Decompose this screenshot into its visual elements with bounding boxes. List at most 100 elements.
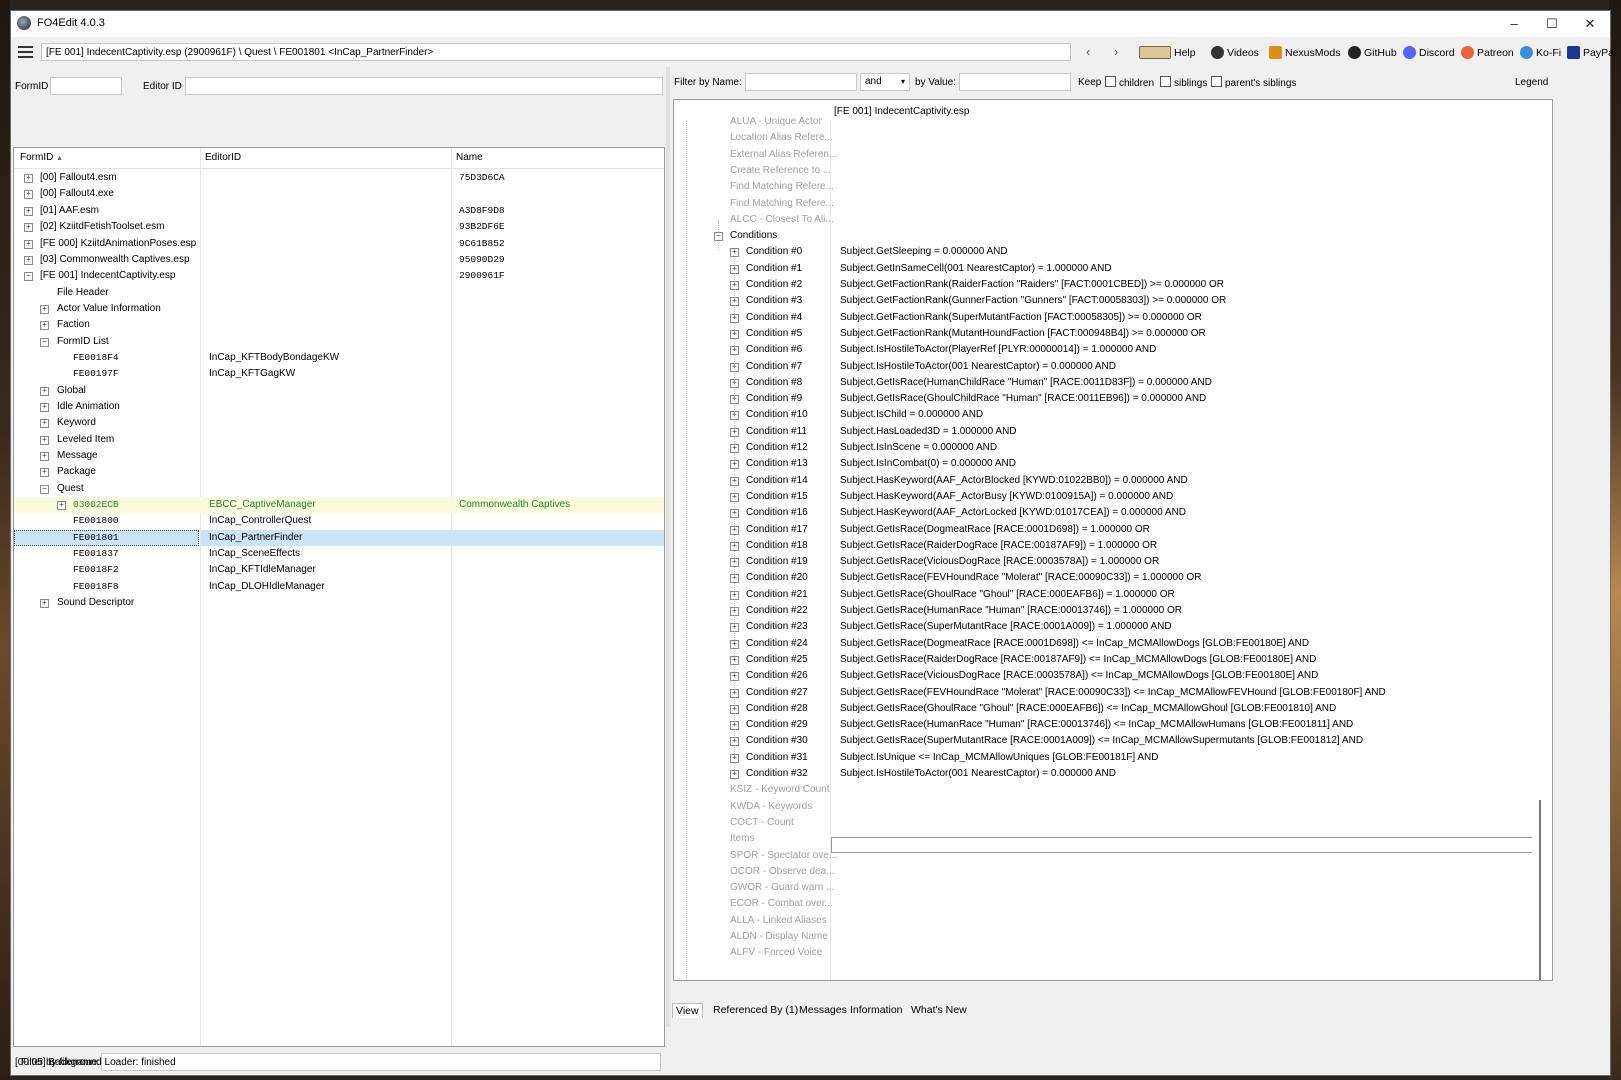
- expand-icon[interactable]: +: [730, 721, 739, 731]
- tree-row[interactable]: + Global: [14, 383, 664, 399]
- tree-row[interactable]: + Idle Animation: [14, 399, 664, 415]
- expand-icon[interactable]: +: [730, 753, 739, 763]
- condition-row[interactable]: + Condition #3 Subject.GetFactionRank(Gunn…: [674, 293, 1552, 309]
- record-tree[interactable]: FormID ▲ EditorID Name + [00] Fallout4.es…: [13, 147, 665, 1047]
- field-row[interactable]: Create Reference to ...: [674, 163, 1552, 179]
- paypal-link[interactable]: PayPal: [1567, 46, 1616, 59]
- keep-siblings-checkbox[interactable]: siblings: [1160, 76, 1207, 89]
- expand-icon[interactable]: +: [730, 297, 739, 307]
- condition-row[interactable]: + Condition #17 Subject.GetIsRace(DogmeatR…: [674, 522, 1552, 538]
- field-row[interactable]: COCT - Count: [674, 815, 1552, 831]
- expand-icon[interactable]: +: [730, 281, 739, 290]
- legend-button[interactable]: Legend: [1515, 77, 1548, 88]
- tree-row[interactable]: + [02] KziitdFetishToolset.esm 93B2DF6E: [14, 219, 664, 235]
- expand-icon[interactable]: +: [730, 264, 739, 274]
- tree-row[interactable]: FE001800 InCap_ControllerQuest: [14, 513, 664, 529]
- tree-row[interactable]: FE0018F4 InCap_KFTBodyBondageKW: [14, 350, 664, 366]
- tab-whats-new[interactable]: What's New: [908, 1003, 970, 1017]
- tree-row[interactable]: + [01] AAF.esm A3D8F9D8: [14, 203, 664, 219]
- minimize-button[interactable]: –: [1495, 11, 1533, 37]
- field-row[interactable]: ECOR - Combat over...: [674, 896, 1552, 912]
- condition-row[interactable]: + Condition #9 Subject.GetIsRace(GhoulChil…: [674, 391, 1552, 407]
- filter-value-input[interactable]: [959, 73, 1071, 91]
- field-row[interactable]: External Alias Referen...: [674, 147, 1552, 163]
- expand-icon[interactable]: +: [24, 240, 33, 249]
- record-detail-grid[interactable]: [FE 001] IndecentCaptivity.esp ALUA - Un…: [673, 99, 1553, 981]
- vertical-scrollbar[interactable]: [1539, 800, 1541, 980]
- collapse-icon[interactable]: −: [40, 485, 49, 494]
- tab-information[interactable]: Information: [847, 1003, 906, 1017]
- field-row[interactable]: Find Matching Refere...: [674, 196, 1552, 212]
- tab-view[interactable]: View: [672, 1003, 703, 1018]
- expand-icon[interactable]: +: [730, 362, 739, 372]
- expand-icon[interactable]: +: [57, 501, 66, 510]
- expand-icon[interactable]: +: [40, 387, 49, 396]
- field-row[interactable]: KSIZ - Keyword Count: [674, 782, 1552, 798]
- tree-row[interactable]: + [03] Commonwealth Captives.esp 95090D29: [14, 252, 664, 268]
- tree-row[interactable]: + Keyword: [14, 415, 664, 431]
- tree-row[interactable]: FE001837 InCap_SceneEffects: [14, 546, 664, 562]
- expand-icon[interactable]: +: [730, 395, 739, 405]
- expand-icon[interactable]: +: [730, 329, 739, 339]
- expand-icon[interactable]: +: [40, 468, 49, 477]
- expand-icon[interactable]: +: [730, 737, 739, 747]
- expand-icon[interactable]: +: [40, 321, 49, 330]
- field-row[interactable]: ALLA - Linked Aliases: [674, 913, 1552, 929]
- column-formid[interactable]: FormID ▲: [20, 152, 63, 163]
- tree-row[interactable]: + [00] Fallout4.esm 75D3D6CA: [14, 170, 664, 186]
- tree-row[interactable]: + Leveled Item: [14, 432, 664, 448]
- condition-row[interactable]: + Condition #6 Subject.IsHostileToActor(Pl…: [674, 342, 1552, 358]
- help-link[interactable]: Help: [1139, 46, 1196, 59]
- expand-icon[interactable]: +: [40, 305, 49, 314]
- condition-row[interactable]: + Condition #27 Subject.GetIsRace(FEVHound…: [674, 685, 1552, 701]
- inline-edit-field[interactable]: [831, 837, 1532, 853]
- field-row[interactable]: ALDN - Display Name: [674, 929, 1552, 945]
- field-row[interactable]: ALFV - Forced Voice: [674, 945, 1552, 961]
- condition-row[interactable]: + Condition #11 Subject.HasLoaded3D = 1.00…: [674, 424, 1552, 440]
- conditions-row[interactable]: − Conditions: [674, 228, 1552, 244]
- keep-children-checkbox[interactable]: children: [1105, 76, 1154, 89]
- condition-row[interactable]: + Condition #24 Subject.GetIsRace(DogmeatR…: [674, 636, 1552, 652]
- menu-icon[interactable]: [18, 46, 33, 58]
- tree-row[interactable]: FE0018F2 InCap_KFTIdleManager: [14, 562, 664, 578]
- condition-row[interactable]: + Condition #12 Subject.IsInScene = 0.0000…: [674, 440, 1552, 456]
- condition-row[interactable]: + Condition #10 Subject.IsChild = 0.000000…: [674, 407, 1552, 423]
- collapse-icon[interactable]: −: [714, 232, 723, 242]
- expand-icon[interactable]: +: [730, 558, 739, 568]
- condition-row[interactable]: + Condition #16 Subject.HasKeyword(AAF_Act…: [674, 505, 1552, 521]
- formid-input[interactable]: [50, 77, 122, 95]
- keep-parents-siblings-checkbox[interactable]: parent's siblings: [1211, 76, 1296, 89]
- condition-row[interactable]: + Condition #14 Subject.HasKeyword(AAF_Act…: [674, 473, 1552, 489]
- expand-icon[interactable]: +: [730, 574, 739, 584]
- expand-icon[interactable]: +: [730, 623, 739, 633]
- condition-row[interactable]: + Condition #30 Subject.GetIsRace(SuperMut…: [674, 733, 1552, 749]
- tree-row[interactable]: + Package: [14, 464, 664, 480]
- condition-row[interactable]: + Condition #15 Subject.HasKeyword(AAF_Act…: [674, 489, 1552, 505]
- field-row[interactable]: ALUA - Unique Actor: [674, 114, 1552, 130]
- condition-row[interactable]: + Condition #28 Subject.GetIsRace(GhoulRac…: [674, 701, 1552, 717]
- expand-icon[interactable]: +: [40, 599, 49, 608]
- expand-icon[interactable]: +: [40, 403, 49, 412]
- condition-row[interactable]: + Condition #20 Subject.GetIsRace(FEVHound…: [674, 570, 1552, 586]
- condition-row[interactable]: + Condition #19 Subject.GetIsRace(ViciousD…: [674, 554, 1552, 570]
- field-row[interactable]: KWDA - Keywords: [674, 799, 1552, 815]
- tree-row[interactable]: + Faction: [14, 317, 664, 333]
- condition-row[interactable]: + Condition #5 Subject.GetFactionRank(Muta…: [674, 326, 1552, 342]
- forward-button[interactable]: ›: [1114, 44, 1118, 59]
- condition-row[interactable]: + Condition #8 Subject.GetIsRace(HumanChil…: [674, 375, 1552, 391]
- condition-row[interactable]: + Condition #29 Subject.GetIsRace(HumanRac…: [674, 717, 1552, 733]
- field-row[interactable]: GWOR - Guard warn ...: [674, 880, 1552, 896]
- expand-icon[interactable]: +: [24, 223, 33, 232]
- editorid-input[interactable]: [185, 77, 663, 95]
- expand-icon[interactable]: +: [730, 378, 739, 388]
- condition-row[interactable]: + Condition #18 Subject.GetIsRace(RaiderDo…: [674, 538, 1552, 554]
- expand-icon[interactable]: +: [730, 460, 739, 470]
- condition-row[interactable]: + Condition #13 Subject.IsInCombat(0) = 0.…: [674, 456, 1552, 472]
- expand-icon[interactable]: +: [730, 525, 739, 535]
- expand-icon[interactable]: +: [730, 607, 739, 616]
- back-button[interactable]: ‹: [1086, 44, 1090, 59]
- tree-row-override[interactable]: +03002ECB EBCC_CaptiveManager Commonwealth…: [14, 497, 664, 513]
- expand-icon[interactable]: +: [730, 639, 739, 649]
- expand-icon[interactable]: +: [24, 174, 33, 183]
- column-name[interactable]: Name: [456, 152, 483, 163]
